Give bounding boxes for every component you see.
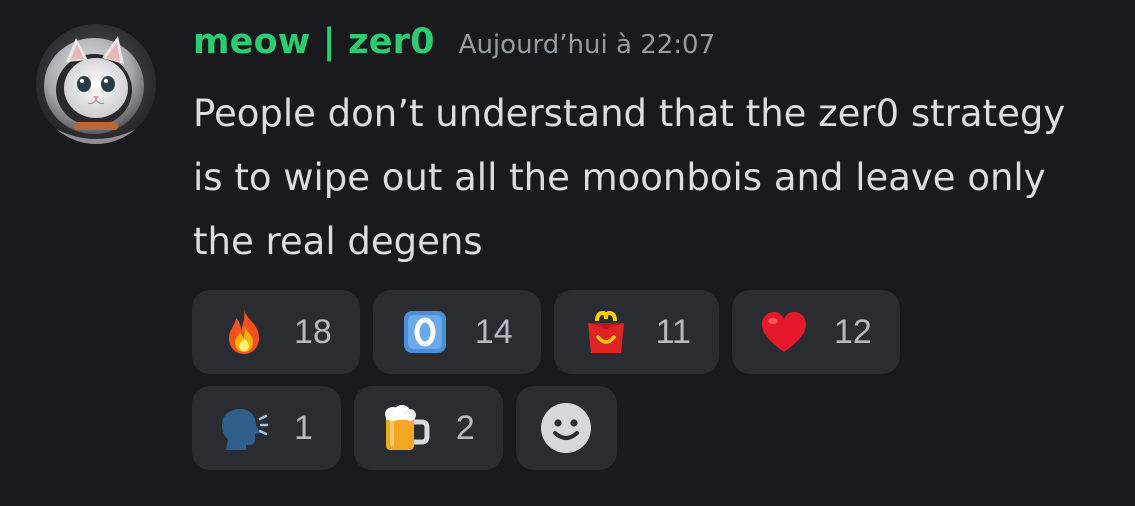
add-reaction-smiley-icon <box>541 403 592 453</box>
fire-icon <box>220 308 268 356</box>
reaction-beer-mug[interactable]: 2 <box>353 386 503 470</box>
red-heart-icon <box>760 308 808 356</box>
username[interactable]: meow | zer0 <box>193 22 435 62</box>
message-header: meow | zer0 Aujourd’hui à 22:07 <box>193 22 715 72</box>
reaction-bar: 18 14 11 12 1 2 <box>192 290 1052 470</box>
reaction-red-heart[interactable]: 12 <box>731 290 900 374</box>
speaking-head-icon <box>220 404 268 452</box>
astronaut-cat-avatar-icon <box>36 24 156 144</box>
reaction-keycap-zero[interactable]: 14 <box>372 290 541 374</box>
avatar[interactable] <box>36 24 156 144</box>
reaction-count: 2 <box>455 408 475 447</box>
timestamp[interactable]: Aujourd’hui à 22:07 <box>459 30 715 60</box>
reaction-count: 18 <box>294 312 332 351</box>
reaction-fire[interactable]: 18 <box>192 290 360 374</box>
reaction-count: 1 <box>294 408 313 447</box>
beer-mug-icon <box>382 404 430 452</box>
happy-meal-icon <box>582 308 630 356</box>
reaction-count: 11 <box>655 312 691 351</box>
reaction-count: 12 <box>833 312 872 351</box>
reaction-happy-meal[interactable]: 11 <box>553 290 719 374</box>
keycap-zero-icon <box>401 308 449 356</box>
message-text: People don’t understand that the zer0 st… <box>193 92 1066 263</box>
add-reaction-button[interactable] <box>515 386 617 470</box>
reaction-count: 14 <box>474 312 513 351</box>
reaction-speaking-head[interactable]: 1 <box>192 386 341 470</box>
chat-message: meow | zer0 Aujourd’hui à 22:07 People d… <box>0 0 1135 506</box>
